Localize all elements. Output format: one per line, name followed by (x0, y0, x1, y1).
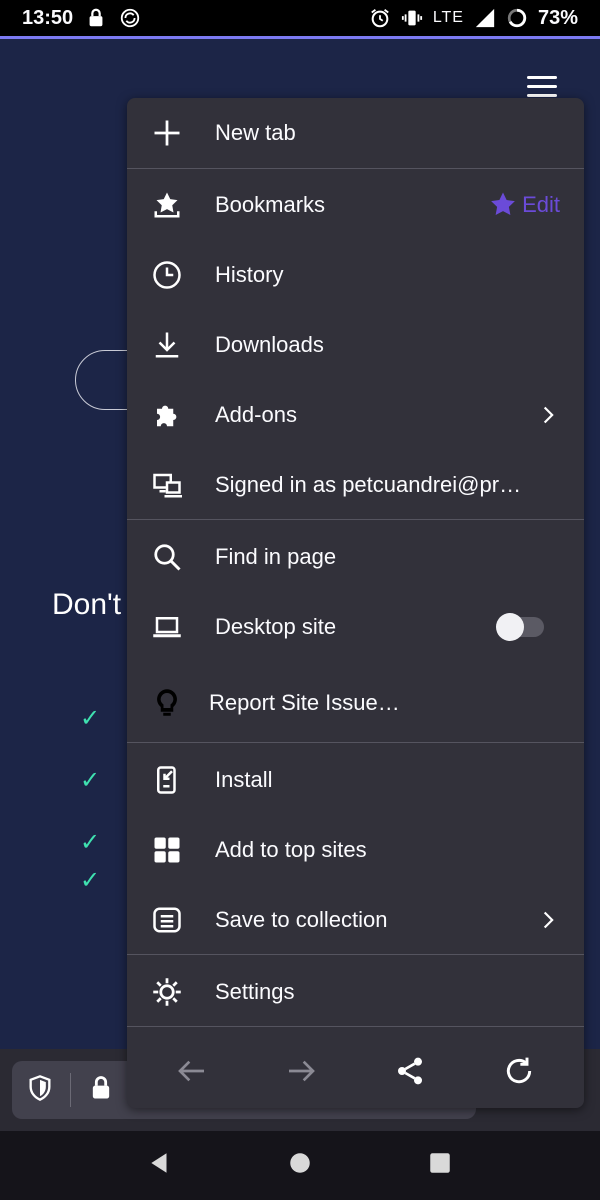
laptop-icon (151, 611, 183, 643)
grid-icon (151, 834, 183, 866)
menu-item-signed-in[interactable]: Signed in as petcuandrei@pr… (127, 450, 584, 520)
battery-icon (506, 7, 528, 29)
install-icon (151, 764, 183, 796)
menu-divider (127, 742, 584, 743)
lightbulb-icon (151, 687, 183, 719)
page-heading: Don't (52, 588, 122, 621)
browser-menu: New tab Bookmarks Edit History Downloads… (127, 98, 584, 1108)
menu-item-label: Find in page (215, 544, 337, 569)
plus-icon (151, 117, 183, 149)
share-icon (398, 1057, 423, 1085)
hamburger-menu-icon[interactable] (527, 76, 557, 98)
menu-item-save-to-collection[interactable]: Save to collection (127, 885, 584, 955)
menu-divider (127, 519, 584, 520)
menu-item-desktop-site[interactable]: Desktop site (127, 592, 584, 662)
gear-icon (151, 976, 183, 1008)
menu-item-label: Desktop site (215, 614, 337, 639)
vibrate-icon (401, 7, 423, 29)
edit-label: Edit (522, 192, 560, 217)
toggle-knob (496, 613, 524, 641)
status-time: 13:50 (22, 6, 74, 29)
menu-nav-row (127, 1034, 584, 1108)
arrow-left-icon (177, 1060, 204, 1082)
menu-item-bookmarks[interactable]: Bookmarks Edit (127, 170, 584, 240)
recents-nav-icon[interactable] (427, 1150, 453, 1181)
menu-item-label: Bookmarks (215, 192, 326, 217)
home-nav-icon[interactable] (287, 1150, 313, 1181)
menu-item-add-to-top-sites[interactable]: Add to top sites (127, 815, 584, 885)
desktop-site-toggle[interactable] (496, 613, 544, 641)
menu-item-new-tab[interactable]: New tab (127, 98, 584, 168)
clock-icon (151, 259, 183, 291)
menu-item-report-site-issue[interactable]: Report Site Issue… (127, 668, 584, 738)
battery-percent: 73% (537, 6, 578, 29)
search-icon (151, 541, 183, 573)
arrow-right-icon (288, 1060, 315, 1082)
url-divider (70, 1073, 71, 1107)
shield-icon[interactable] (26, 1074, 54, 1107)
network-type: LTE (432, 9, 464, 26)
menu-item-label: History (215, 262, 284, 287)
check-icon: ✓ (80, 705, 101, 732)
sync-icon (119, 7, 141, 29)
devices-icon (151, 469, 183, 501)
status-bar: 13:50 LTE 73% (0, 0, 600, 36)
menu-divider (127, 168, 584, 169)
menu-item-label: Settings (215, 979, 295, 1004)
download-icon (151, 329, 183, 361)
padlock-icon[interactable] (87, 1074, 115, 1107)
menu-item-downloads[interactable]: Downloads (127, 310, 584, 380)
menu-item-label: Report Site Issue… (209, 690, 400, 715)
menu-item-label: Add-ons (215, 402, 297, 427)
menu-item-label: Install (215, 767, 273, 792)
edit-bookmarks-button[interactable]: Edit (488, 190, 560, 220)
menu-item-label: Signed in as petcuandrei@pr… (215, 472, 522, 497)
back-button[interactable] (172, 1051, 212, 1091)
forward-button[interactable] (281, 1051, 321, 1091)
menu-item-find-in-page[interactable]: Find in page (127, 522, 584, 592)
reload-icon (507, 1057, 532, 1084)
signal-icon (474, 7, 496, 29)
menu-item-add-ons[interactable]: Add-ons (127, 380, 584, 450)
reload-button[interactable] (499, 1051, 539, 1091)
system-nav-bar (0, 1131, 600, 1200)
back-nav-icon[interactable] (147, 1150, 173, 1181)
star-icon (491, 192, 515, 215)
chevron-right-icon (543, 911, 554, 929)
menu-item-label: Save to collection (215, 907, 388, 932)
menu-item-history[interactable]: History (127, 240, 584, 310)
menu-item-install[interactable]: Install (127, 745, 584, 815)
check-icon: ✓ (80, 829, 101, 856)
menu-divider (127, 954, 584, 955)
menu-item-label: New tab (215, 120, 296, 145)
check-icon: ✓ (80, 867, 101, 894)
menu-item-settings[interactable]: Settings (127, 957, 584, 1027)
puzzle-icon (151, 399, 183, 431)
bookmarks-icon (151, 189, 183, 221)
check-icon: ✓ (80, 767, 101, 794)
collection-icon (151, 904, 183, 936)
menu-item-label: Add to top sites (215, 837, 367, 862)
alarm-icon (369, 7, 391, 29)
share-button[interactable] (390, 1051, 430, 1091)
menu-divider (127, 1026, 584, 1027)
chevron-right-icon (543, 406, 554, 424)
lock-icon (85, 7, 107, 29)
menu-item-label: Downloads (215, 332, 324, 357)
